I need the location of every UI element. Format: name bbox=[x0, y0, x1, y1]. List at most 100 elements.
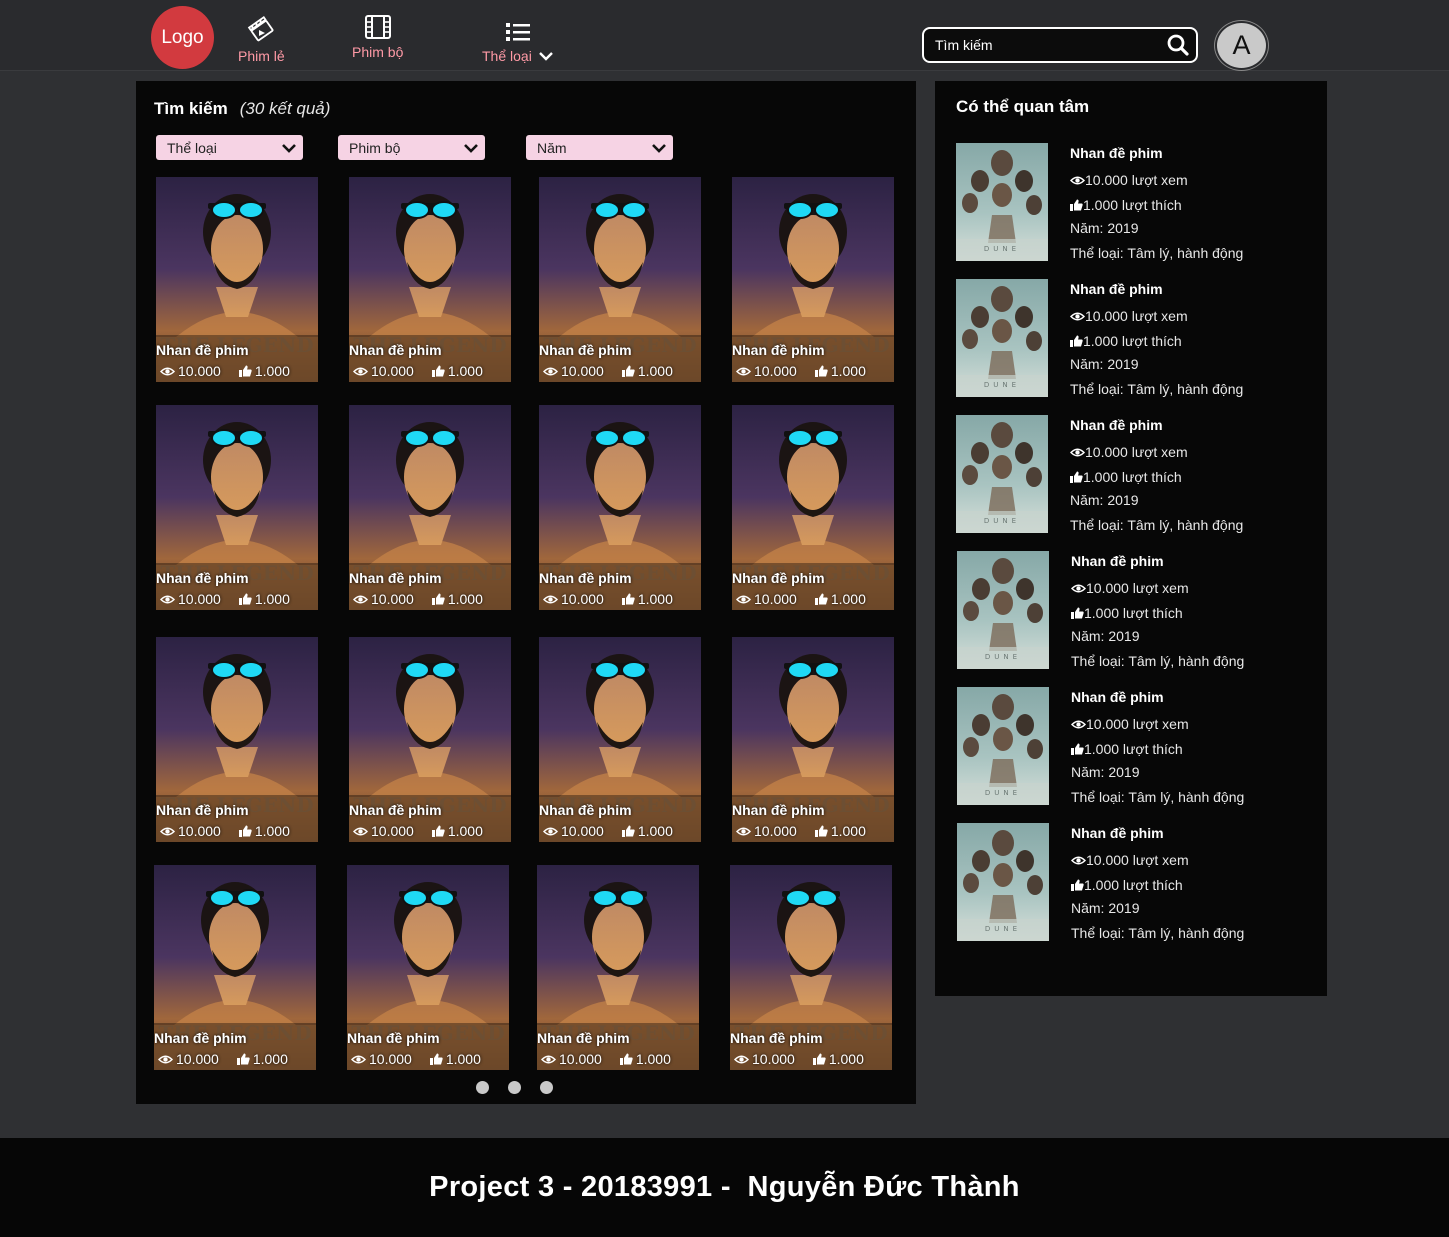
views-stat: 10.000 bbox=[543, 591, 604, 607]
thumbs-up-icon bbox=[1070, 199, 1083, 211]
filter-genre-select[interactable]: Thể loại bbox=[156, 135, 303, 160]
movie-card[interactable]: THE LEGEND Nhan đề phim 10.000 1.000 bbox=[539, 637, 701, 842]
movie-stats: 10.000 1.000 bbox=[160, 363, 290, 379]
thumbs-up-icon bbox=[812, 1053, 826, 1065]
movie-card[interactable]: THE LEGEND Nhan đề phim 10.000 1.000 bbox=[156, 637, 318, 842]
movie-card[interactable]: THE LEGEND Nhan đề phim 10.000 1.000 bbox=[349, 177, 511, 382]
svg-text:DUNE: DUNE bbox=[984, 245, 1020, 253]
views-stat: 10.000 bbox=[160, 591, 221, 607]
suggestion-item[interactable]: DUNE Nhan đề phim 10.000 lượt xem 1.000 … bbox=[956, 279, 1316, 399]
footer-text: Project 3 - 20183991 - Nguyễn Đức Thành bbox=[429, 1171, 1020, 1203]
movie-card[interactable]: THE LEGEND Nhan đề phim 10.000 1.000 bbox=[347, 865, 509, 1070]
eye-icon bbox=[1070, 176, 1085, 184]
views-count: 10.000 bbox=[176, 1051, 219, 1067]
suggestion-views-text: 10.000 lượt xem bbox=[1086, 716, 1189, 732]
pagination-dot[interactable] bbox=[508, 1081, 521, 1094]
eye-icon bbox=[541, 1055, 556, 1063]
pagination-dot[interactable] bbox=[476, 1081, 489, 1094]
views-stat: 10.000 bbox=[736, 591, 797, 607]
likes-count: 1.000 bbox=[828, 1051, 864, 1067]
views-stat: 10.000 bbox=[736, 363, 797, 379]
eye-icon bbox=[1071, 584, 1086, 592]
movie-card[interactable]: THE LEGEND Nhan đề phim 10.000 1.000 bbox=[730, 865, 892, 1070]
movie-card[interactable]: THE LEGEND Nhan đề phim 10.000 1.000 bbox=[349, 637, 511, 842]
likes-stat: 1.000 bbox=[621, 591, 673, 607]
likes-count: 1.000 bbox=[252, 1051, 288, 1067]
movie-card[interactable]: THE LEGEND Nhan đề phim 10.000 1.000 bbox=[156, 177, 318, 382]
thumbs-up-icon bbox=[431, 593, 445, 605]
suggestion-genre: Thể loại: Tâm lý, hành động bbox=[1071, 789, 1245, 805]
movie-card[interactable]: THE LEGEND Nhan đề phim 10.000 1.000 bbox=[732, 405, 894, 610]
movie-stats: 10.000 1.000 bbox=[160, 591, 290, 607]
suggestion-views: 10.000 lượt xem bbox=[1070, 308, 1188, 324]
logo[interactable]: Logo bbox=[151, 6, 214, 69]
thumbs-up-icon bbox=[236, 1053, 250, 1065]
views-stat: 10.000 bbox=[353, 591, 414, 607]
movie-stats: 10.000 1.000 bbox=[541, 1051, 671, 1067]
filter-type-select[interactable]: Phim bộ bbox=[338, 135, 485, 160]
eye-icon bbox=[543, 595, 558, 603]
svg-text:DUNE: DUNE bbox=[985, 925, 1021, 933]
movie-card[interactable]: THE LEGEND Nhan đề phim 10.000 1.000 bbox=[732, 177, 894, 382]
search-input[interactable] bbox=[935, 37, 1166, 53]
search-icon[interactable] bbox=[1166, 33, 1190, 57]
thumbs-up-icon bbox=[238, 825, 252, 837]
suggestion-poster: DUNE bbox=[956, 143, 1048, 261]
thumbs-up-icon bbox=[431, 365, 445, 377]
nav-phim-bo[interactable]: Phim bộ bbox=[352, 14, 403, 60]
views-count: 10.000 bbox=[754, 363, 797, 379]
suggestion-genre: Thể loại: Tâm lý, hành động bbox=[1070, 517, 1244, 533]
likes-stat: 1.000 bbox=[238, 363, 290, 379]
eye-icon bbox=[1071, 856, 1086, 864]
nav-phim-le[interactable]: Phim lẻ bbox=[238, 14, 285, 64]
movie-card[interactable]: THE LEGEND Nhan đề phim 10.000 1.000 bbox=[732, 637, 894, 842]
user-avatar[interactable]: A bbox=[1215, 21, 1268, 70]
views-stat: 10.000 bbox=[353, 363, 414, 379]
thumbs-up-icon bbox=[1071, 743, 1084, 755]
suggestion-views-text: 10.000 lượt xem bbox=[1085, 172, 1188, 188]
suggestion-item[interactable]: DUNE Nhan đề phim 10.000 lượt xem 1.000 … bbox=[957, 687, 1317, 807]
suggestion-item[interactable]: DUNE Nhan đề phim 10.000 lượt xem 1.000 … bbox=[957, 551, 1317, 671]
movie-title: Nhan đề phim bbox=[732, 342, 825, 358]
movie-title: Nhan đề phim bbox=[732, 802, 825, 818]
movie-stats: 10.000 1.000 bbox=[351, 1051, 481, 1067]
likes-stat: 1.000 bbox=[238, 823, 290, 839]
eye-icon bbox=[353, 367, 368, 375]
top-navbar: Logo Phim lẻ Phim bộ Thể loại Tìm kiếm A bbox=[0, 0, 1449, 71]
movie-stats: 10.000 1.000 bbox=[353, 591, 483, 607]
clapperboard-icon bbox=[248, 16, 274, 42]
nav-the-loai-dropdown[interactable]: Thể loại bbox=[482, 20, 554, 64]
views-count: 10.000 bbox=[754, 823, 797, 839]
likes-count: 1.000 bbox=[830, 363, 866, 379]
likes-count: 1.000 bbox=[445, 1051, 481, 1067]
likes-count: 1.000 bbox=[447, 591, 483, 607]
movie-card[interactable]: THE LEGEND Nhan đề phim 10.000 1.000 bbox=[539, 405, 701, 610]
thumbs-up-icon bbox=[814, 593, 828, 605]
eye-icon bbox=[1070, 312, 1085, 320]
movie-card[interactable]: THE LEGEND Nhan đề phim 10.000 1.000 bbox=[539, 177, 701, 382]
movie-card[interactable]: THE LEGEND Nhan đề phim 10.000 1.000 bbox=[537, 865, 699, 1070]
filter-year-select[interactable]: Năm bbox=[526, 135, 673, 160]
suggestion-genre: Thể loại: Tâm lý, hành động bbox=[1071, 925, 1245, 941]
suggestion-title: Nhan đề phim bbox=[1070, 281, 1163, 297]
likes-stat: 1.000 bbox=[429, 1051, 481, 1067]
movie-card[interactable]: THE LEGEND Nhan đề phim 10.000 1.000 bbox=[156, 405, 318, 610]
footer: Project 3 - 20183991 - Nguyễn Đức Thành bbox=[0, 1138, 1449, 1237]
movie-stats: 10.000 1.000 bbox=[543, 591, 673, 607]
movie-stats: 10.000 1.000 bbox=[160, 823, 290, 839]
suggestion-item[interactable]: DUNE Nhan đề phim 10.000 lượt xem 1.000 … bbox=[956, 415, 1316, 535]
filter-year-label: Năm bbox=[537, 139, 567, 156]
suggestion-item[interactable]: DUNE Nhan đề phim 10.000 lượt xem 1.000 … bbox=[956, 143, 1316, 263]
likes-count: 1.000 bbox=[635, 1051, 671, 1067]
movie-card[interactable]: THE LEGEND Nhan đề phim 10.000 1.000 bbox=[154, 865, 316, 1070]
pagination-dot[interactable] bbox=[540, 1081, 553, 1094]
results-count: (30 kết quả) bbox=[239, 99, 331, 118]
likes-count: 1.000 bbox=[637, 363, 673, 379]
thumbs-up-icon bbox=[814, 825, 828, 837]
movie-title: Nhan đề phim bbox=[349, 802, 442, 818]
thumbs-up-icon bbox=[621, 825, 635, 837]
eye-icon bbox=[736, 595, 751, 603]
svg-text:DUNE: DUNE bbox=[985, 653, 1021, 661]
movie-card[interactable]: THE LEGEND Nhan đề phim 10.000 1.000 bbox=[349, 405, 511, 610]
suggestion-item[interactable]: DUNE Nhan đề phim 10.000 lượt xem 1.000 … bbox=[957, 823, 1317, 943]
